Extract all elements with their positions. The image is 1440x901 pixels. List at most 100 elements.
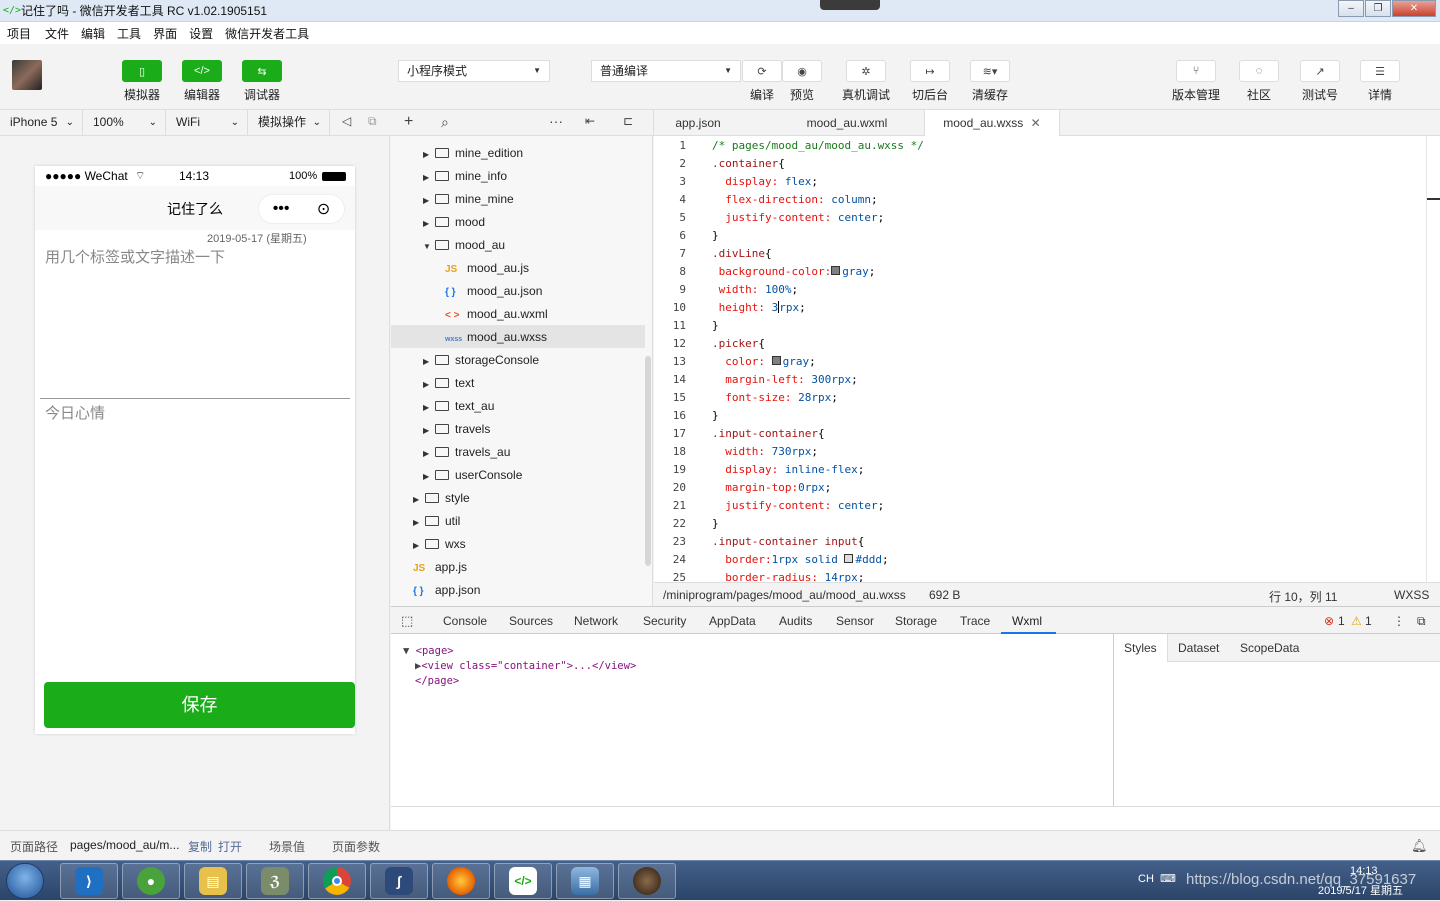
collapsed-arrow-icon[interactable]: ▶ [423, 144, 435, 166]
code-line[interactable]: .divLine{ [712, 247, 772, 260]
collapsed-arrow-icon[interactable]: ▶ [423, 443, 435, 465]
collapsed-arrow-icon[interactable]: ▶ [423, 351, 435, 373]
code-line[interactable]: .input-container input{ [712, 535, 864, 548]
color-swatch[interactable] [831, 266, 841, 275]
code-editor[interactable]: 1 /* pages/mood_au/mood_au.wxss */ 2 .conta… [654, 136, 1426, 582]
collapsed-arrow-icon[interactable]: ▶ [423, 420, 435, 442]
code-line[interactable]: .input-container{ [712, 427, 825, 440]
taskbar-wechat-devtools[interactable]: </> [494, 863, 552, 899]
menu-item-file[interactable]: 文件 [45, 25, 69, 42]
taskbar-vscode[interactable]: ⟩ [60, 863, 118, 899]
filetree-item[interactable]: ▶ wxs [413, 533, 466, 555]
filetree-item[interactable]: wxss mood_au.wxss [445, 326, 547, 348]
filetree-item[interactable]: { } app.json [413, 579, 480, 601]
collapsed-arrow-icon[interactable]: ▶ [413, 489, 425, 511]
expanded-arrow-icon[interactable]: ▼ [423, 236, 435, 258]
filetree-item[interactable]: ▶ mood [423, 211, 485, 233]
test-account-button[interactable]: ↗ 测试号 [1300, 60, 1340, 103]
maximize-button[interactable]: ❐ [1365, 0, 1391, 17]
params-label[interactable]: 页面参数 [332, 838, 380, 855]
close-target-icon[interactable]: ⊙ [317, 199, 330, 219]
menu-item-view[interactable]: 界面 [153, 25, 177, 42]
tab-sensor[interactable]: Sensor [836, 614, 874, 628]
volume-icon[interactable]: ◁ [342, 114, 351, 128]
version-control-button[interactable]: ⑂ 版本管理 [1172, 60, 1220, 103]
filetree-item[interactable]: ▶ travels [423, 418, 490, 440]
menu-item-edit[interactable]: 编辑 [81, 25, 105, 42]
tab-network[interactable]: Network [574, 614, 618, 628]
collapsed-arrow-icon[interactable]: ▶ [423, 397, 435, 419]
code-line[interactable]: border:1rpx solid #ddd; [712, 553, 888, 566]
tab-security[interactable]: Security [643, 614, 686, 628]
color-swatch[interactable] [844, 554, 854, 563]
tab-appdata[interactable]: AppData [709, 614, 756, 628]
tab-app-json[interactable]: app.json [654, 110, 742, 136]
simulator-toggle[interactable]: ▯ 模拟器 [122, 60, 162, 103]
wxml-node-view[interactable]: ▶<view class="container">...</view> [415, 660, 636, 672]
wxml-node-page[interactable]: ▼ <page> [403, 645, 454, 657]
code-line[interactable]: width: 100%; [712, 283, 799, 296]
taskbar-explorer[interactable]: ▤ [184, 863, 242, 899]
close-button[interactable]: ✕ [1392, 0, 1436, 17]
filetree-item[interactable]: ▶ userConsole [423, 464, 522, 486]
start-button[interactable] [6, 863, 44, 899]
add-icon[interactable]: + [404, 113, 413, 131]
taskbar-firefox[interactable] [432, 863, 490, 899]
clear-cache-button[interactable]: ≋▾ 清缓存 [970, 60, 1010, 103]
inspect-icon[interactable]: ⬚ [401, 613, 413, 629]
menu-item-settings[interactable]: 设置 [189, 25, 213, 42]
filetree-item[interactable]: JS mood_au.js [445, 257, 529, 279]
code-line[interactable]: /* pages/mood_au/mood_au.wxss */ [712, 139, 924, 152]
tab-sources[interactable]: Sources [509, 614, 553, 628]
window-icon[interactable]: ⧉ [368, 114, 377, 129]
collapsed-arrow-icon[interactable]: ▶ [413, 535, 425, 557]
sim-ops-select[interactable]: 模拟操作 ⌄ [248, 110, 330, 135]
taskbar-app-green[interactable]: ● [122, 863, 180, 899]
taskbar-app-s[interactable]: ∫ [370, 863, 428, 899]
taskbar-app-tool[interactable]: ℨ [246, 863, 304, 899]
avatar[interactable] [12, 60, 42, 90]
cursor-position[interactable]: 行 10，列 11 [1269, 588, 1337, 605]
sidebar-toggle-icon[interactable]: ⊏ [623, 114, 633, 128]
scene-label[interactable]: 场景值 [269, 838, 305, 855]
filetree-item[interactable]: ▶ text_au [423, 395, 494, 417]
filetree-item[interactable]: ▶ mine_edition [423, 142, 523, 164]
filetree-item[interactable]: ▶ mine_mine [423, 188, 514, 210]
filetree-item[interactable]: ▶ mine_info [423, 165, 507, 187]
filetree-item[interactable]: ▶ travels_au [423, 441, 510, 463]
code-line[interactable]: justify-content: center; [712, 499, 884, 512]
expand-arrow-icon[interactable]: ▼ [403, 645, 416, 657]
editor-toggle[interactable]: </> 编辑器 [182, 60, 222, 103]
collapsed-arrow-icon[interactable]: ▶ [423, 167, 435, 189]
background-button[interactable]: ↦ 切后台 [910, 60, 950, 103]
tab-trace[interactable]: Trace [960, 614, 990, 628]
warning-icon[interactable]: ⚠ [1351, 614, 1362, 628]
capsule-menu[interactable]: ••• ⊙ [258, 194, 345, 224]
code-line[interactable]: flex-direction: column; [712, 193, 877, 206]
collapsed-arrow-icon[interactable]: ▶ [423, 466, 435, 488]
tab-wxml[interactable]: Wxml [1012, 614, 1042, 628]
open-link[interactable]: 打开 [218, 838, 242, 855]
code-line[interactable]: color: gray; [712, 355, 816, 368]
copy-link[interactable]: 复制 [188, 838, 212, 855]
collapsed-arrow-icon[interactable]: ▶ [423, 190, 435, 212]
filetree-item[interactable]: { } mood_au.json [445, 280, 542, 302]
tab-storage[interactable]: Storage [895, 614, 937, 628]
tab-mood-au-wxml[interactable]: mood_au.wxml [784, 110, 910, 136]
filetree-scrollbar[interactable] [645, 356, 651, 566]
keyboard-icon[interactable]: ⌨ [1160, 872, 1176, 885]
minimize-button[interactable]: ‒ [1338, 0, 1364, 17]
tab-audits[interactable]: Audits [779, 614, 812, 628]
code-line[interactable]: background-color: gray; [712, 265, 876, 278]
code-line[interactable]: } [712, 517, 719, 530]
code-line[interactable]: border-radius: 14rpx; [712, 571, 864, 582]
code-line[interactable]: margin-top:0rpx; [712, 481, 831, 494]
device-select[interactable]: iPhone 5 ⌄ [0, 110, 83, 135]
mood-textarea[interactable]: 今日心情 [45, 402, 105, 423]
color-swatch[interactable] [771, 356, 781, 365]
code-line[interactable]: .picker{ [712, 337, 765, 350]
code-line[interactable]: display: inline-flex; [712, 463, 864, 476]
code-line[interactable]: font-size: 28rpx; [712, 391, 838, 404]
filetree-item[interactable]: ▶ text [423, 372, 474, 394]
bell-icon[interactable]: 🔔︎ [1411, 838, 1428, 854]
